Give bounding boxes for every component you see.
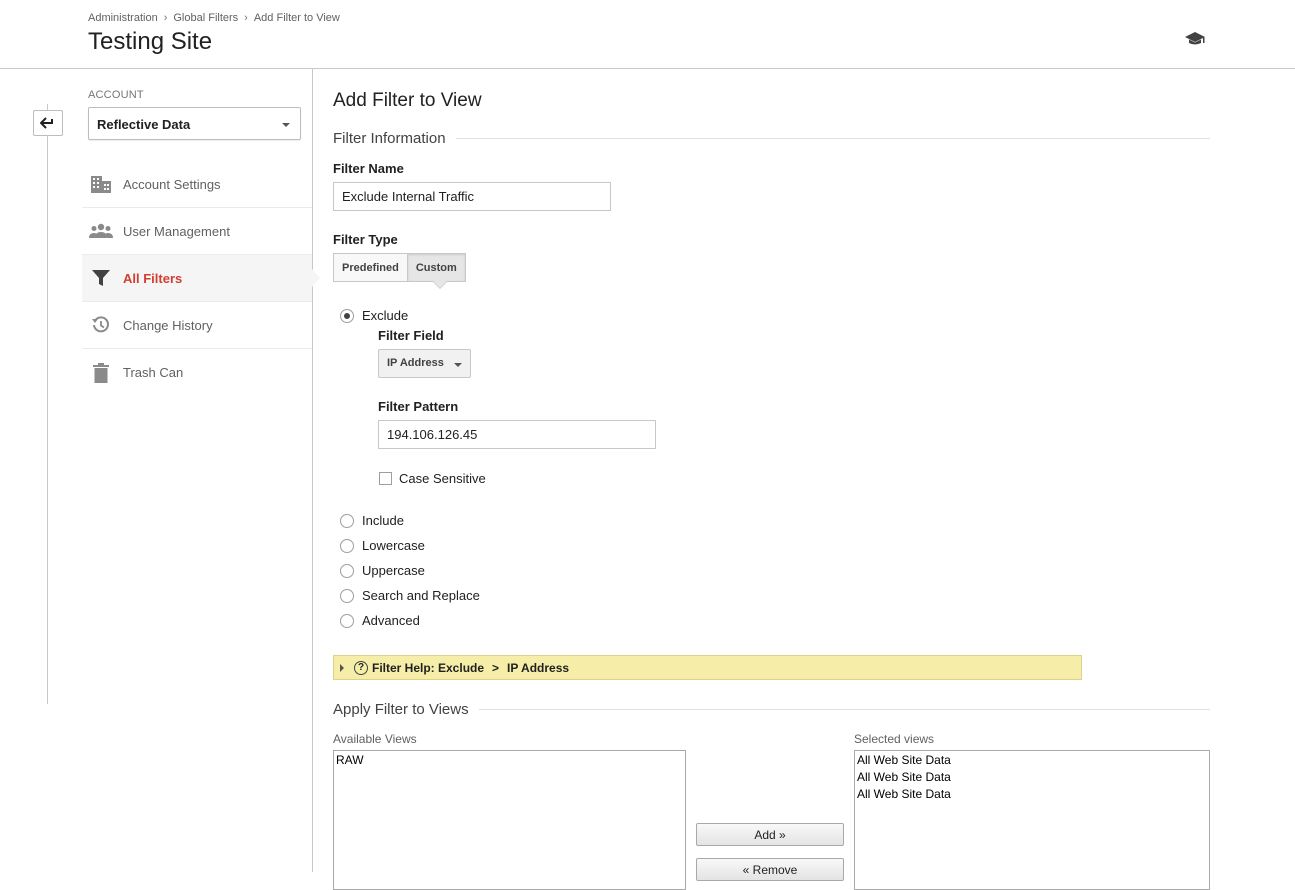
radio-label: Search and Replace: [362, 588, 480, 603]
filter-name-input[interactable]: Exclude Internal Traffic: [333, 182, 611, 211]
radio-label: Advanced: [362, 613, 420, 628]
sidebar-item-account-settings[interactable]: Account Settings: [82, 161, 313, 208]
selected-views-list[interactable]: All Web Site Data All Web Site Data All …: [854, 750, 1210, 890]
filter-name-label: Filter Name: [333, 161, 404, 176]
radio-button[interactable]: [340, 613, 354, 628]
selected-views-label: Selected views: [854, 732, 935, 746]
page-title: Testing Site: [88, 28, 213, 55]
radio-label: Uppercase: [362, 563, 425, 578]
list-item[interactable]: All Web Site Data: [857, 786, 1207, 803]
remove-button[interactable]: « Remove: [696, 858, 844, 881]
sidebar-item-all-filters[interactable]: All Filters: [82, 255, 313, 302]
case-sensitive-label: Case Sensitive: [399, 471, 486, 486]
help-prefix: Filter Help: Exclude: [372, 660, 485, 675]
radio-advanced[interactable]: Advanced: [340, 613, 420, 628]
question-icon: ?: [354, 660, 368, 675]
people-icon: [89, 219, 113, 243]
section-rule: [455, 138, 1210, 139]
back-arrow-icon: [40, 117, 53, 129]
sidebar-item-trash-can[interactable]: Trash Can: [82, 349, 313, 396]
radio-label: Lowercase: [362, 538, 425, 553]
radio-exclude[interactable]: Exclude: [340, 308, 408, 323]
radio-label: Exclude: [362, 308, 409, 323]
main-title: Add Filter to View: [333, 90, 482, 111]
account-selected-value: Reflective Data: [97, 117, 191, 132]
building-icon: [89, 172, 113, 196]
active-indicator: [312, 269, 320, 287]
available-views-label: Available Views: [333, 732, 417, 746]
filter-pattern-input[interactable]: 194.106.126.45: [378, 420, 656, 449]
help-suffix: IP Address: [507, 660, 570, 675]
history-icon: [89, 313, 113, 337]
section-rule: [478, 709, 1210, 710]
radio-lowercase[interactable]: Lowercase: [340, 538, 425, 553]
chevron-down-icon: [282, 123, 290, 127]
filter-type-toggle: Predefined Custom: [333, 253, 466, 282]
list-item[interactable]: All Web Site Data: [857, 769, 1207, 786]
section-apply-filter: Apply Filter to Views: [333, 701, 1210, 718]
filter-type-custom[interactable]: Custom: [406, 253, 466, 282]
breadcrumb-administration[interactable]: Administration: [88, 12, 158, 24]
filter-field-label: Filter Field: [378, 328, 444, 343]
selection-pointer-fill: [433, 281, 447, 288]
radio-label: Include: [362, 513, 404, 528]
panel-divider: [312, 69, 313, 872]
radio-button[interactable]: [340, 513, 354, 528]
available-views-list[interactable]: RAW: [333, 750, 686, 890]
filter-field-dropdown[interactable]: IP Address: [378, 349, 471, 378]
graduation-cap-icon[interactable]: [1184, 30, 1206, 48]
section-filter-information: Filter Information: [333, 130, 1210, 147]
timeline-line: [47, 104, 48, 704]
case-sensitive-option[interactable]: Case Sensitive: [379, 471, 486, 486]
sidebar-item-label: Trash Can: [123, 365, 184, 380]
sidebar-item-label: All Filters: [123, 270, 183, 286]
section-title: Filter Information: [333, 130, 446, 147]
sidebar-nav: Account Settings User Management All Fil…: [82, 161, 313, 396]
radio-button[interactable]: [340, 588, 354, 603]
breadcrumb-global-filters[interactable]: Global Filters: [173, 12, 238, 24]
add-button[interactable]: Add »: [696, 823, 844, 846]
radio-include[interactable]: Include: [340, 513, 404, 528]
trash-icon: [89, 361, 113, 385]
account-label: ACCOUNT: [88, 89, 144, 101]
filter-type-predefined[interactable]: Predefined: [333, 253, 408, 282]
radio-uppercase[interactable]: Uppercase: [340, 563, 425, 578]
list-item[interactable]: All Web Site Data: [857, 752, 1207, 769]
account-select[interactable]: Reflective Data: [88, 107, 301, 140]
radio-button[interactable]: [340, 308, 354, 323]
section-title: Apply Filter to Views: [333, 701, 469, 718]
sidebar-item-label: Account Settings: [123, 176, 221, 192]
radio-button[interactable]: [340, 563, 354, 578]
list-item[interactable]: RAW: [336, 752, 683, 769]
back-button[interactable]: [33, 110, 63, 136]
help-separator: >: [492, 660, 500, 675]
filter-help-bar[interactable]: ? Filter Help: Exclude > IP Address: [333, 655, 1082, 680]
header: Administration › Global Filters › Add Fi…: [0, 0, 1295, 69]
filter-type-label: Filter Type: [333, 232, 398, 247]
sidebar-item-change-history[interactable]: Change History: [82, 302, 313, 349]
funnel-icon: [89, 266, 113, 290]
sidebar-item-label: User Management: [123, 223, 230, 239]
breadcrumb: Administration › Global Filters › Add Fi…: [88, 12, 340, 24]
breadcrumb-current: Add Filter to View: [253, 12, 340, 24]
case-sensitive-checkbox[interactable]: [379, 472, 392, 485]
filter-pattern-label: Filter Pattern: [378, 399, 459, 414]
breadcrumb-separator: ›: [163, 12, 168, 24]
expand-triangle-icon: [340, 663, 344, 672]
sidebar-item-user-management[interactable]: User Management: [82, 208, 313, 255]
breadcrumb-separator: ›: [244, 12, 248, 24]
radio-search-and-replace[interactable]: Search and Replace: [340, 588, 480, 603]
filter-field-value: IP Address: [387, 357, 444, 369]
chevron-down-icon: [454, 363, 462, 367]
radio-button[interactable]: [340, 538, 354, 553]
sidebar-item-label: Change History: [123, 317, 213, 333]
